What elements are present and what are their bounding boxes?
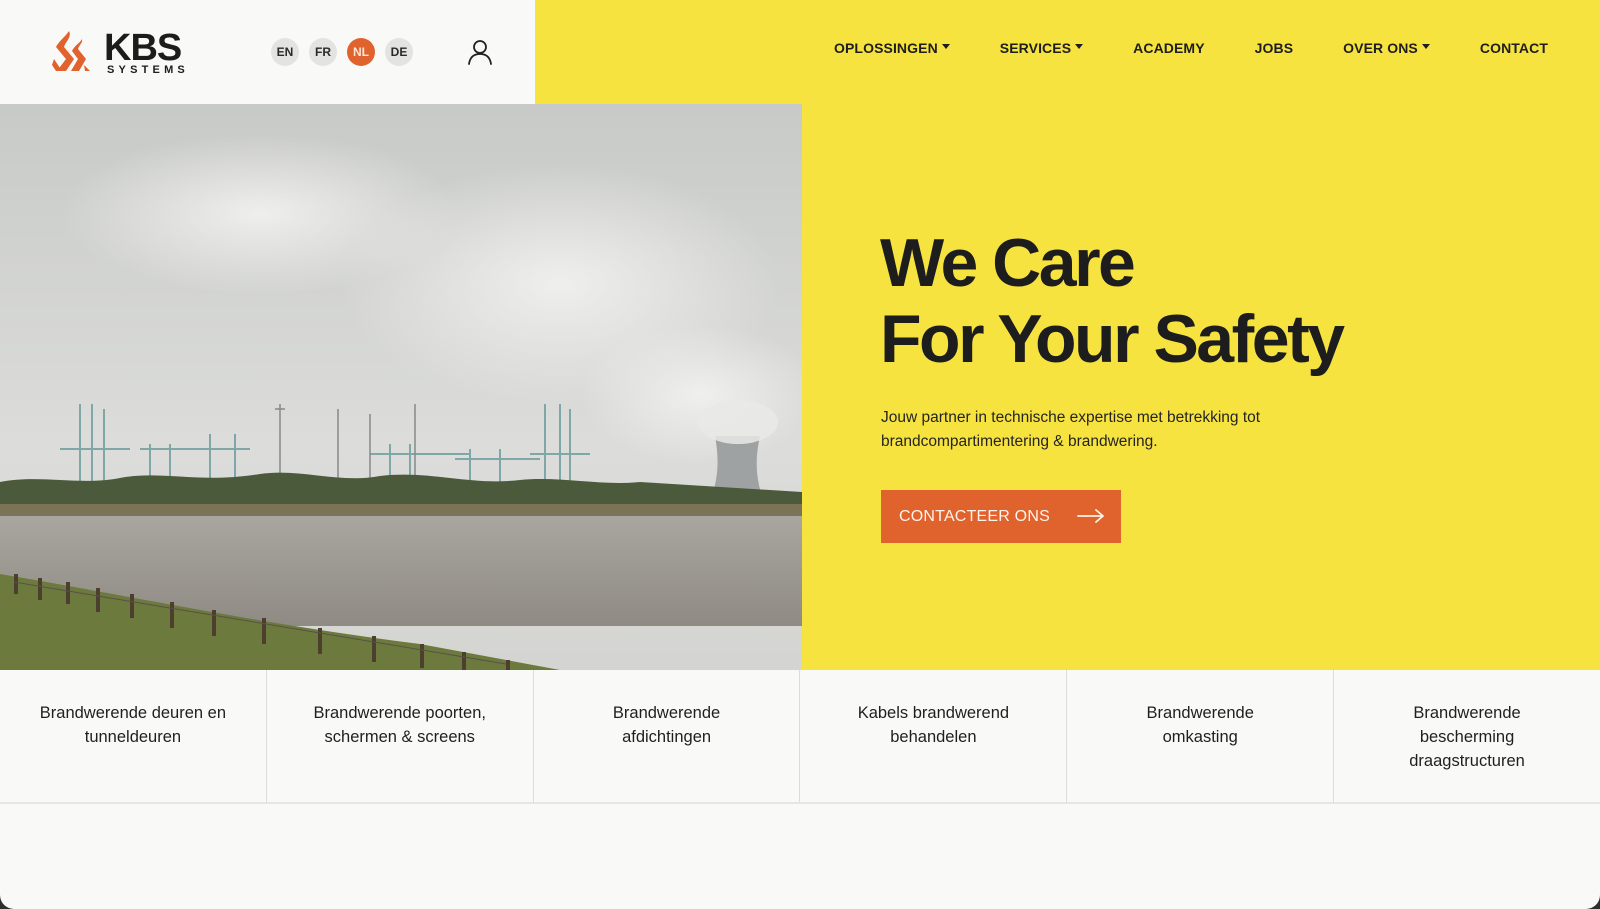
nav-label: OPLOSSINGEN — [834, 40, 938, 56]
logo[interactable]: KBS SYSTEMS — [52, 28, 202, 76]
nav-item-contact[interactable]: CONTACT — [1480, 38, 1548, 58]
hero-tagline: Jouw partner in technische expertise met… — [881, 409, 1261, 450]
nav-label: SERVICES — [999, 40, 1072, 56]
tile-label: Brandwerende afdichtingen — [612, 704, 721, 746]
tile-label: Brandwerende bescherming draagstructuren — [1409, 704, 1525, 770]
solution-tile-poorten[interactable]: Brandwerende poorten, schermen & screens — [267, 670, 534, 802]
nav-label: OVER ONS — [1343, 40, 1418, 56]
headline-prefix: For Your — [880, 301, 1154, 377]
nav-item-services[interactable]: SERVICES — [999, 38, 1084, 58]
logo-wordmark: KBS — [104, 26, 182, 69]
nav-item-academy[interactable]: ACADEMY — [1133, 38, 1204, 58]
tile-label: Brandwerende poorten, schermen & screens — [313, 704, 486, 746]
nav-label: ACADEMY — [1133, 40, 1205, 56]
nav-label: CONTACT — [1479, 40, 1548, 56]
tile-label: Brandwerende omkasting — [1146, 704, 1254, 746]
headline-highlight-word: Safety — [1153, 301, 1345, 377]
flame-logo-icon — [52, 31, 90, 71]
nav-item-over-ons[interactable]: OVER ONS — [1343, 38, 1430, 58]
caret-down-icon — [1075, 44, 1084, 49]
arrow-right-icon — [1077, 509, 1104, 523]
lang-nl-button[interactable]: NL — [347, 38, 375, 66]
lang-fr-button[interactable]: FR — [309, 38, 337, 66]
tile-label: Kabels brandwerend behandelen — [857, 704, 1010, 746]
header-left: KBS SYSTEMS EN FR NL DE — [0, 0, 535, 104]
solution-tile-omkasting[interactable]: Brandwerende omkasting — [1067, 670, 1335, 802]
headline-line-1: We Care — [880, 225, 1136, 301]
solution-tile-afdichtingen[interactable]: Brandwerende afdichtingen — [534, 670, 801, 802]
logo-subtitle: SYSTEMS — [107, 63, 189, 76]
harbor-landscape-image — [0, 104, 802, 670]
nav-item-oplossingen[interactable]: OPLOSSINGEN — [834, 38, 950, 58]
browser-page: KBS SYSTEMS EN FR NL DE OPLOSSINGEN SERV… — [0, 0, 1600, 909]
hero-headline: We Care For Your Safety — [880, 225, 1345, 377]
solution-tile-kabels[interactable]: Kabels brandwerend behandelen — [800, 670, 1068, 802]
lang-en-button[interactable]: EN — [271, 38, 299, 66]
contact-cta-button[interactable]: CONTACTEER ONS — [881, 490, 1121, 543]
main-nav: OPLOSSINGEN SERVICES ACADEMY JOBS OVER O… — [784, 38, 1548, 58]
user-account-icon[interactable] — [466, 38, 494, 66]
solution-tile-draagstructuren[interactable]: Brandwerende bescherming draagstructuren — [1334, 670, 1600, 802]
solutions-strip: Brandwerende deuren en tunneldeuren Bran… — [0, 670, 1600, 804]
nav-item-jobs[interactable]: JOBS — [1255, 38, 1294, 58]
nav-label: JOBS — [1254, 40, 1294, 56]
tile-label: Brandwerende deuren en tunneldeuren — [39, 704, 227, 746]
caret-down-icon — [941, 44, 950, 49]
hero-photo-industrial-harbor — [0, 104, 802, 670]
caret-down-icon — [1421, 44, 1430, 49]
solution-tile-deuren[interactable]: Brandwerende deuren en tunneldeuren — [0, 670, 267, 802]
hero-yellow-panel — [802, 104, 1600, 670]
language-switcher: EN FR NL DE — [271, 38, 413, 66]
cta-label: CONTACTEER ONS — [899, 507, 1050, 525]
headline-line-2: For Your Safety — [880, 301, 1345, 377]
lang-de-button[interactable]: DE — [385, 38, 413, 66]
